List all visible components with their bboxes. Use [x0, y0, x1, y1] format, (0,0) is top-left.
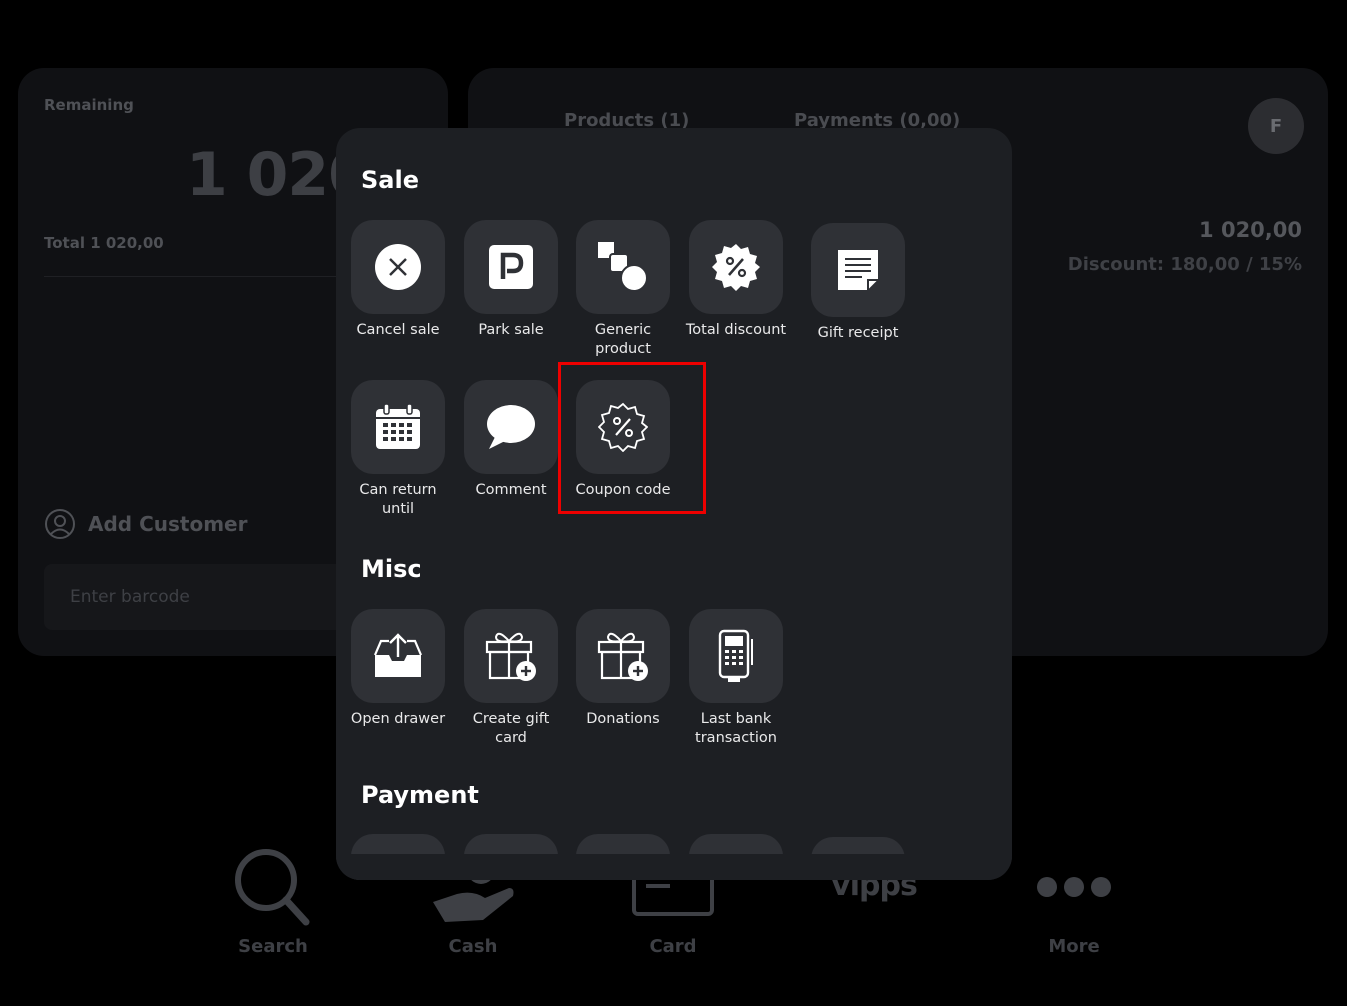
more-actions-modal: Sale Cancel sale Park sale Generic produ… [336, 128, 1012, 880]
comment-label: Comment [475, 482, 547, 498]
gift-plus-icon [485, 632, 536, 681]
x-circle-icon [375, 244, 421, 290]
coupon-code-button[interactable]: Coupon code [567, 380, 679, 500]
remaining-label: Remaining [44, 96, 134, 114]
person-icon [45, 509, 75, 539]
donations-button[interactable]: Donations [567, 609, 679, 729]
modal-scroll-mask [336, 854, 1012, 880]
cart-discount: Discount: 180,00 / 15% [1067, 254, 1302, 275]
cart-total: 1 020,00 [1199, 218, 1302, 242]
card-terminal-icon [718, 629, 753, 682]
can-return-until-label: Can return until [359, 482, 437, 517]
add-customer-label: Add Customer [88, 512, 248, 536]
total-discount-button[interactable]: Total discount [680, 220, 792, 340]
gift-receipt-label: Gift receipt [817, 325, 899, 341]
cancel-sale-button[interactable]: Cancel sale [342, 220, 454, 340]
generic-product-button[interactable]: Generic product [567, 220, 679, 359]
coupon-code-label: Coupon code [575, 482, 671, 498]
comment-button[interactable]: Comment [455, 380, 567, 500]
cancel-sale-label: Cancel sale [356, 322, 440, 338]
avatar[interactable]: F [1248, 98, 1304, 154]
gift-receipt-button[interactable]: Gift receipt [802, 223, 914, 343]
total-label: Total 1 020,00 [44, 234, 164, 252]
open-drawer-label: Open drawer [350, 711, 446, 727]
parking-icon [489, 245, 533, 289]
more-label: More [1048, 936, 1100, 957]
create-gift-card-button[interactable]: Create gift card [455, 609, 567, 748]
search-button[interactable]: Search [193, 840, 353, 957]
search-icon [235, 849, 310, 926]
park-sale-label: Park sale [478, 322, 544, 338]
pos-screen: Remaining 1 020 Total 1 020,00 Add Custo… [0, 0, 1347, 1006]
shapes-icon [598, 242, 648, 292]
more-button[interactable]: More [994, 840, 1154, 957]
park-sale-button[interactable]: Park sale [455, 220, 567, 340]
calendar-icon [376, 403, 420, 449]
section-title-sale: Sale [361, 166, 419, 194]
gift-plus-icon [597, 632, 648, 681]
drawer-icon [373, 633, 423, 677]
search-label: Search [238, 936, 308, 957]
add-customer-button[interactable]: Add Customer [44, 508, 247, 540]
receipt-icon [836, 248, 880, 292]
generic-product-label: Generic product [594, 322, 652, 357]
card-label: Card [649, 936, 697, 957]
last-bank-transaction-button[interactable]: Last bank transaction [680, 609, 792, 748]
percent-badge-icon [712, 244, 760, 291]
more-dots-icon [1037, 877, 1111, 897]
donations-label: Donations [586, 711, 660, 727]
cash-label: Cash [448, 936, 498, 957]
coupon-percent-icon [598, 402, 648, 452]
speech-bubble-icon [487, 405, 535, 449]
open-drawer-button[interactable]: Open drawer [342, 609, 454, 729]
total-discount-label: Total discount [685, 322, 787, 338]
last-bank-transaction-label: Last bank transaction [695, 711, 777, 746]
can-return-until-button[interactable]: Can return until [342, 380, 454, 519]
section-title-payment: Payment [361, 781, 479, 809]
section-title-misc: Misc [361, 555, 422, 583]
create-gift-card-label: Create gift card [472, 711, 550, 746]
